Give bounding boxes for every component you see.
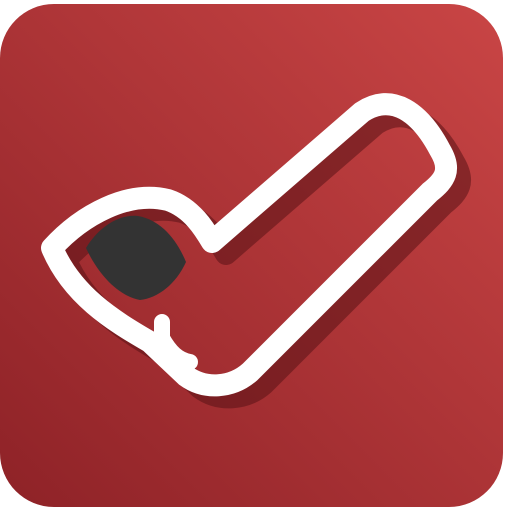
app-icon-artwork [0,4,503,507]
app-icon[interactable] [0,0,512,512]
